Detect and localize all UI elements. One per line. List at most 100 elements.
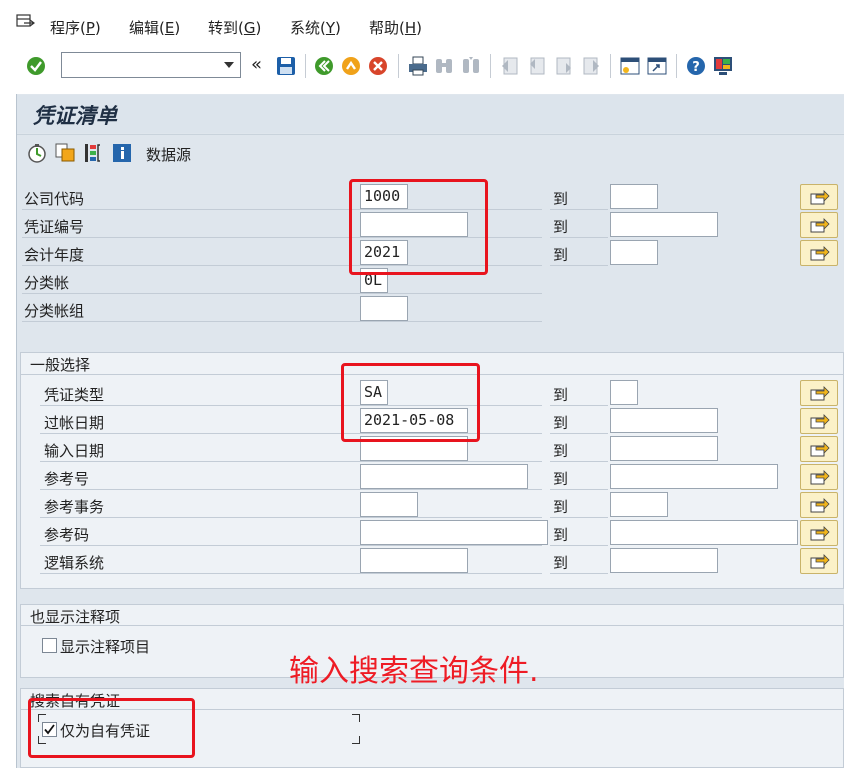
reference-label: 参考号 <box>44 470 90 488</box>
new-session-icon[interactable] <box>620 56 640 76</box>
reference-transaction-label: 参考事务 <box>44 498 105 516</box>
company-code-to-field[interactable] <box>610 184 658 209</box>
info-icon[interactable] <box>112 143 132 163</box>
multiple-selection-arrow-icon <box>810 414 830 429</box>
document-type-multiple-button[interactable] <box>800 380 838 406</box>
menu-help[interactable]: 帮助(H) <box>369 17 422 38</box>
multiple-selection-arrow-icon <box>810 470 830 485</box>
find-icon <box>436 59 452 73</box>
get-variant-icon[interactable] <box>55 143 77 163</box>
posting-date-label: 过帐日期 <box>44 414 105 432</box>
entry-date-to-field[interactable] <box>610 436 718 461</box>
fiscal-year-to-field[interactable] <box>610 240 658 265</box>
general-selections-title: 一般选择 <box>30 356 91 374</box>
show-noted-items-label: 显示注释项目 <box>60 638 151 656</box>
highlight-box-own-documents <box>28 698 195 758</box>
logical-system-from-field[interactable] <box>360 548 468 573</box>
logical-system-label: 逻辑系统 <box>44 554 105 572</box>
collapse-command-icon[interactable]: « <box>251 54 262 75</box>
multiple-selection-arrow-icon <box>810 218 830 233</box>
multiple-selection-arrow-icon <box>810 386 830 401</box>
find-next-icon <box>463 57 479 73</box>
ledger-group-label: 分类帐组 <box>24 302 85 320</box>
document-number-multiple-button[interactable] <box>800 212 838 238</box>
fiscal-year-label: 会计年度 <box>24 246 85 264</box>
multiple-selection-arrow-icon <box>810 246 830 261</box>
reference-key-from-field[interactable] <box>360 520 548 545</box>
page-title: 凭证清单 <box>33 103 117 128</box>
document-type-to-field[interactable] <box>610 380 638 405</box>
standard-toolbar: « ? <box>0 46 844 86</box>
menu-window-icon[interactable] <box>16 14 36 32</box>
reference-multiple-button[interactable] <box>800 464 838 490</box>
dynamic-selections-icon[interactable] <box>84 143 106 163</box>
menu-system[interactable]: 系统(Y) <box>290 17 341 38</box>
previous-page-icon <box>530 57 545 75</box>
to-label: 到 <box>553 414 569 432</box>
show-noted-items-checkbox[interactable] <box>42 638 57 653</box>
reference-transaction-from-field[interactable] <box>360 492 418 517</box>
fiscal-year-multiple-button[interactable] <box>800 240 838 266</box>
multiple-selection-arrow-icon <box>810 442 830 457</box>
shortcut-icon[interactable] <box>647 56 667 76</box>
to-label: 到 <box>553 498 569 516</box>
company-code-label: 公司代码 <box>24 190 85 208</box>
execute-icon[interactable] <box>27 143 47 163</box>
chevron-down-icon[interactable] <box>224 62 234 68</box>
to-label: 到 <box>553 246 569 264</box>
document-number-label: 凭证编号 <box>24 218 85 236</box>
to-label: 到 <box>553 554 569 572</box>
document-number-to-field[interactable] <box>610 212 718 237</box>
command-field[interactable] <box>61 52 241 78</box>
first-page-icon <box>502 57 518 75</box>
highlight-box-company-year <box>349 179 488 275</box>
to-label: 到 <box>553 386 569 404</box>
enter-check-icon[interactable] <box>26 56 46 76</box>
reference-key-multiple-button[interactable] <box>800 520 838 546</box>
logical-system-multiple-button[interactable] <box>800 548 838 574</box>
multiple-selection-arrow-icon <box>810 554 830 569</box>
save-icon[interactable] <box>276 56 296 76</box>
to-label: 到 <box>553 470 569 488</box>
reference-from-field[interactable] <box>360 464 528 489</box>
title-bar <box>17 95 844 133</box>
menu-program[interactable]: 程序(P) <box>50 17 101 38</box>
posting-date-multiple-button[interactable] <box>800 408 838 434</box>
to-label: 到 <box>553 442 569 460</box>
to-label: 到 <box>553 218 569 236</box>
cancel-icon[interactable] <box>368 56 388 76</box>
menu-edit[interactable]: 编辑(E) <box>129 17 180 38</box>
to-label: 到 <box>553 190 569 208</box>
logical-system-to-field[interactable] <box>610 548 718 573</box>
menu-goto[interactable]: 转到(G) <box>208 17 261 38</box>
entry-date-multiple-button[interactable] <box>800 436 838 462</box>
reference-transaction-to-field[interactable] <box>610 492 668 517</box>
reference-to-field[interactable] <box>610 464 778 489</box>
company-code-multiple-button[interactable] <box>800 184 838 210</box>
svg-text:?: ? <box>692 60 700 75</box>
multiple-selection-arrow-icon <box>810 498 830 513</box>
back-icon[interactable] <box>314 56 334 76</box>
document-type-label: 凭证类型 <box>44 386 105 404</box>
multiple-selection-arrow-icon <box>810 190 830 205</box>
layout-menu-icon[interactable] <box>713 56 733 76</box>
ledger-label: 分类帐 <box>24 274 70 292</box>
reference-key-label: 参考码 <box>44 526 90 544</box>
menu-bar: 程序(P) 编辑(E) 转到(G) 系统(Y) 帮助(H) <box>0 0 844 46</box>
reference-key-to-field[interactable] <box>610 520 798 545</box>
print-icon[interactable] <box>408 56 428 76</box>
next-page-icon <box>556 57 571 75</box>
multiple-selection-arrow-icon <box>810 526 830 541</box>
entry-date-label: 输入日期 <box>44 442 105 460</box>
datasource-button[interactable]: 数据源 <box>146 144 191 165</box>
help-icon[interactable]: ? <box>686 56 706 76</box>
annotation-text: 输入搜索查询条件. <box>289 654 539 689</box>
ledger-group-field[interactable] <box>360 296 408 321</box>
reference-transaction-multiple-button[interactable] <box>800 492 838 518</box>
application-toolbar <box>17 134 844 172</box>
exit-icon[interactable] <box>341 56 361 76</box>
posting-date-to-field[interactable] <box>610 408 718 433</box>
highlight-box-type-date <box>341 363 480 442</box>
noted-items-title: 也显示注释项 <box>30 608 121 626</box>
to-label: 到 <box>553 526 569 544</box>
